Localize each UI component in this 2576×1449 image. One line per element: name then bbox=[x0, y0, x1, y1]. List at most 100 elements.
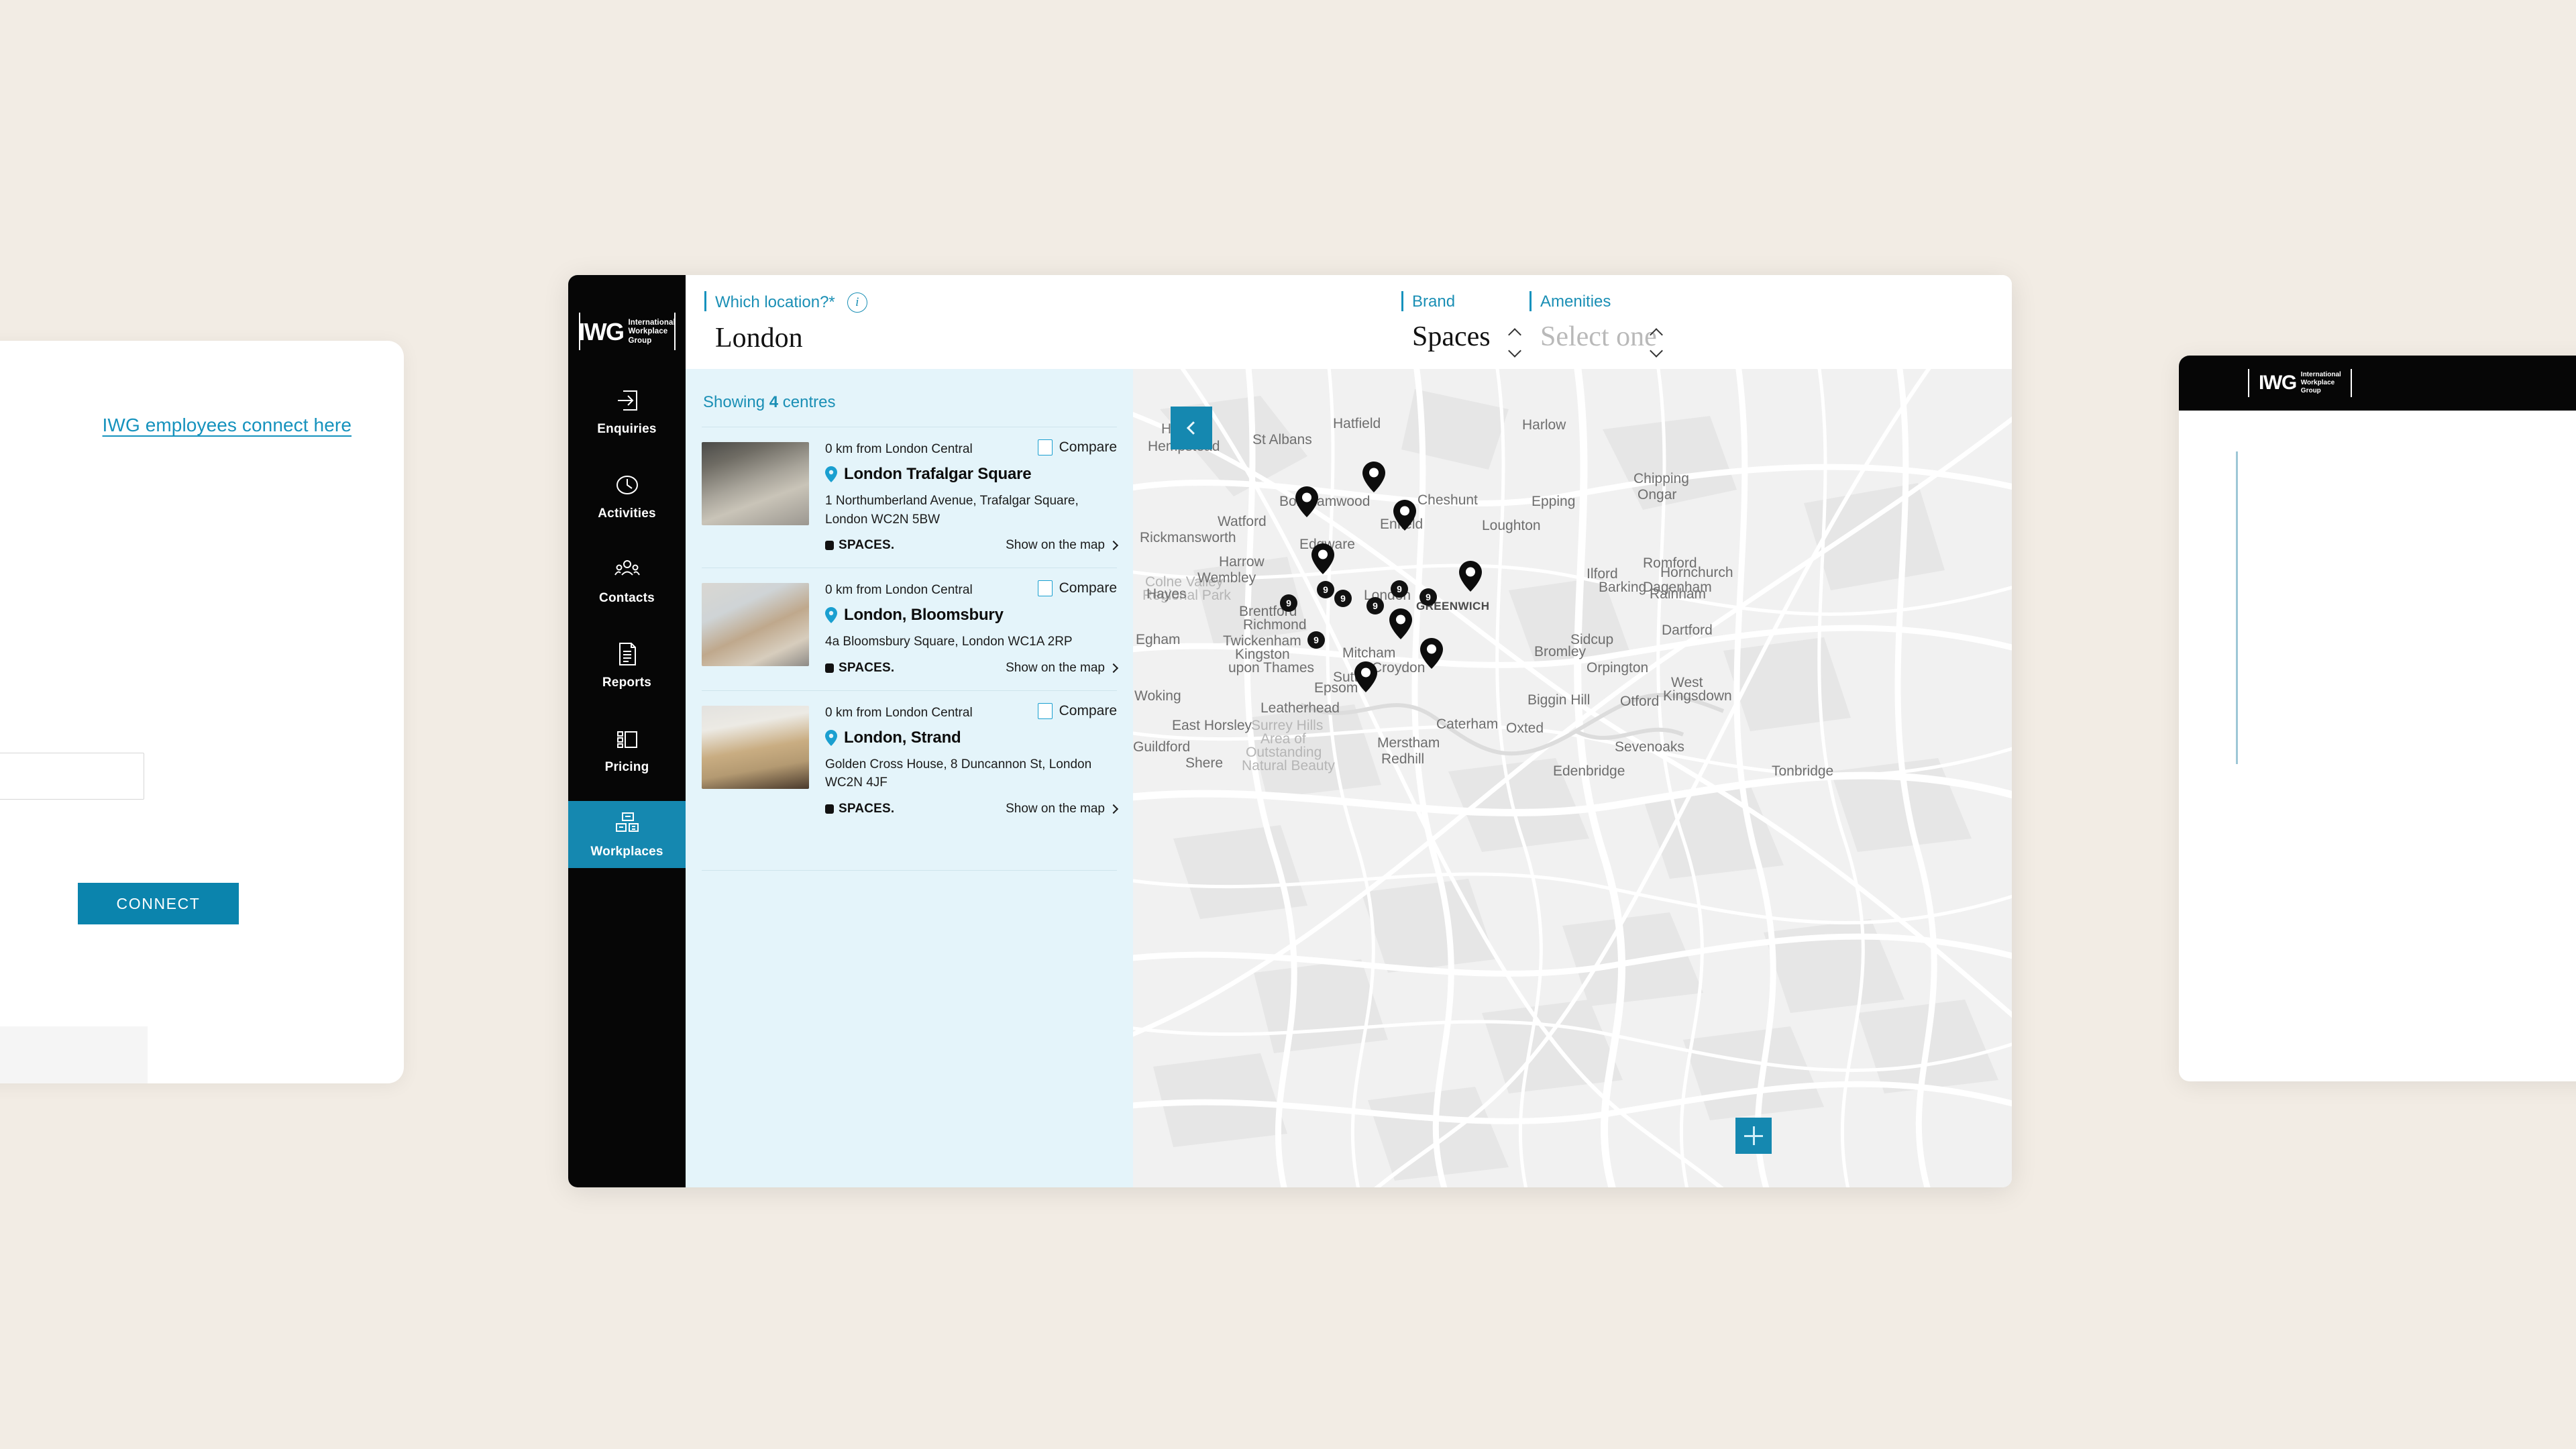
filter-brand-label: Brand bbox=[1412, 292, 1456, 311]
map-place-label: Hayes bbox=[1146, 586, 1187, 602]
wifi-connect-card: IWG employees connect here to our FREE W… bbox=[0, 341, 404, 1083]
centre-name[interactable]: London Trafalgar Square bbox=[844, 465, 1032, 484]
sidebar-item-enquiries[interactable]: Enquiries bbox=[568, 378, 686, 445]
map-place-label: Egham bbox=[1136, 632, 1181, 647]
centre-name-row: London Trafalgar Square bbox=[825, 465, 1117, 484]
map-cluster-marker[interactable]: 9 bbox=[1419, 588, 1437, 606]
map-place-label: Caterham bbox=[1436, 716, 1499, 732]
map-cluster-marker[interactable]: 9 bbox=[1391, 580, 1408, 598]
map-place-label: Epsom bbox=[1314, 680, 1358, 696]
table-row[interactable]: 0 km from London Central Compare London,… bbox=[686, 568, 1133, 676]
info-icon[interactable]: i bbox=[847, 292, 867, 313]
centre-thumbnail[interactable] bbox=[702, 583, 809, 667]
show-on-map-link[interactable]: Show on the map bbox=[1006, 538, 1119, 553]
map-place-label: St Albans bbox=[1252, 432, 1312, 447]
sidebar-item-contacts[interactable]: Contacts bbox=[568, 547, 686, 614]
show-on-map-label: Show on the map bbox=[1006, 538, 1105, 553]
connect-button[interactable]: CONNECT bbox=[78, 883, 239, 924]
logo-subtext: International Workplace Group bbox=[628, 319, 675, 346]
logo-sub-l2: Workplace bbox=[2300, 379, 2335, 386]
logo-sub-l3: Group bbox=[628, 336, 652, 345]
filter-amenities-value[interactable]: Select one bbox=[1529, 321, 1664, 353]
map-pin-icon[interactable] bbox=[1362, 462, 1385, 492]
filter-amenities[interactable]: Amenities Select one bbox=[1529, 291, 1664, 358]
map-cluster-marker[interactable]: 9 bbox=[1334, 590, 1352, 607]
map-panel[interactable]: HemelHempsteadSt AlbansHatfieldHarlowChe… bbox=[1133, 369, 2012, 1187]
map-place-label: Croydon bbox=[1372, 660, 1426, 676]
map-place-label: Loughton bbox=[1482, 518, 1541, 533]
filter-brand-value[interactable]: Spaces bbox=[1401, 321, 1522, 353]
map-place-label: Chipping bbox=[1633, 471, 1689, 486]
filter-amenities-stepper[interactable] bbox=[1649, 328, 1664, 358]
map-pin-icon[interactable] bbox=[1459, 561, 1482, 592]
iwg-logo: IWG International Workplace Group bbox=[2248, 365, 2352, 401]
sidebar-item-activities[interactable]: Activities bbox=[568, 463, 686, 530]
filter-brand[interactable]: Brand Spaces bbox=[1401, 291, 1522, 358]
centre-name[interactable]: London, Strand bbox=[844, 729, 961, 747]
map-place-label: Oxted bbox=[1506, 720, 1544, 736]
results-panel[interactable]: Showing 4 centres 0 km from London Centr… bbox=[686, 369, 1133, 1187]
map-zoom-in-button[interactable] bbox=[1735, 1118, 1772, 1154]
chevron-right-icon bbox=[1108, 804, 1119, 814]
map-place-label: Woking bbox=[1134, 688, 1181, 704]
map-pin-icon[interactable] bbox=[1420, 638, 1443, 669]
sidebar-item-reports[interactable]: Reports bbox=[568, 632, 686, 699]
compare-checkbox[interactable] bbox=[1037, 439, 1053, 455]
compare-checkbox[interactable] bbox=[1037, 702, 1053, 719]
auth-code-input[interactable] bbox=[0, 753, 144, 800]
logo-sub-l3: Group bbox=[2300, 387, 2321, 394]
map-back-button[interactable] bbox=[1171, 407, 1212, 449]
centre-name[interactable]: London, Bloomsbury bbox=[844, 606, 1004, 625]
compare-checkbox-row[interactable]: Compare bbox=[1037, 580, 1117, 597]
show-on-map-link[interactable]: Show on the map bbox=[1006, 660, 1119, 676]
spaces-logo-icon bbox=[825, 541, 834, 551]
map-place-label: Kingsdown bbox=[1663, 688, 1732, 704]
compare-checkbox-row[interactable]: Compare bbox=[1037, 702, 1117, 719]
map-place-label: Leatherhead bbox=[1260, 700, 1340, 716]
sidebar-item-pricing[interactable]: Pricing bbox=[568, 716, 686, 784]
show-on-map-label: Show on the map bbox=[1006, 660, 1105, 675]
filter-brand-stepper[interactable] bbox=[1507, 328, 1522, 358]
auth-field-label: ode or booking reference i bbox=[0, 719, 235, 739]
table-row[interactable]: 0 km from London Central Compare London … bbox=[686, 427, 1133, 553]
map-cluster-marker[interactable]: 9 bbox=[1280, 594, 1297, 612]
map-place-label: upon Thames bbox=[1228, 660, 1315, 676]
divider bbox=[702, 869, 1117, 871]
sidebar-item-label: Pricing bbox=[604, 760, 649, 774]
iwg-employees-connect-link[interactable]: IWG employees connect here bbox=[103, 415, 352, 435]
clock-icon bbox=[616, 476, 638, 494]
map-pin-icon[interactable] bbox=[1311, 543, 1334, 574]
map-pin-icon[interactable] bbox=[1389, 608, 1412, 639]
compare-checkbox-row[interactable]: Compare bbox=[1037, 439, 1117, 455]
chevron-right-icon bbox=[1108, 541, 1119, 551]
filter-location-head: Which location?* i bbox=[704, 291, 946, 313]
map-place-label: Rickmansworth bbox=[1140, 530, 1236, 545]
sidebar-item-label: Workplaces bbox=[590, 845, 663, 859]
filter-location-value[interactable]: London bbox=[704, 322, 946, 354]
photo-accent-rule bbox=[2236, 451, 2238, 764]
centre-thumbnail[interactable] bbox=[702, 442, 809, 525]
map-place-label: Harrow bbox=[1219, 554, 1265, 570]
brand-tag: SPACES. bbox=[825, 661, 894, 676]
map-pin-icon[interactable] bbox=[1354, 661, 1377, 692]
map-cluster-marker[interactable]: 9 bbox=[1307, 631, 1325, 649]
show-on-map-link[interactable]: Show on the map bbox=[1006, 802, 1119, 816]
map-cluster-marker[interactable]: 9 bbox=[1317, 581, 1334, 598]
map-place-label: Richmond bbox=[1243, 617, 1307, 633]
centre-thumbnail[interactable] bbox=[702, 705, 809, 789]
logo-sub-l2: Workplace bbox=[628, 327, 668, 336]
need-help-title: Need help? bbox=[0, 1056, 148, 1081]
filter-location[interactable]: Which location?* i London bbox=[704, 291, 946, 354]
map-place-label: Biggin Hill bbox=[1527, 692, 1591, 708]
map-cluster-marker[interactable]: 9 bbox=[1366, 597, 1384, 614]
map-pin-icon[interactable] bbox=[1295, 486, 1318, 517]
map-pin-icon[interactable] bbox=[1393, 500, 1416, 531]
compare-checkbox[interactable] bbox=[1037, 580, 1053, 597]
hero-photo bbox=[2249, 451, 2573, 764]
right-panel-topbar: IWG International Workplace Group bbox=[2179, 356, 2576, 411]
centre-name-row: London, Strand bbox=[825, 729, 1117, 747]
sidebar-item-workplaces[interactable]: Workplaces bbox=[568, 801, 686, 868]
table-row[interactable]: 0 km from London Central Compare London,… bbox=[686, 691, 1133, 816]
map-place-label: Otford bbox=[1620, 694, 1660, 709]
centre-address: 1 Northumberland Avenue, Trafalgar Squar… bbox=[825, 494, 1079, 527]
